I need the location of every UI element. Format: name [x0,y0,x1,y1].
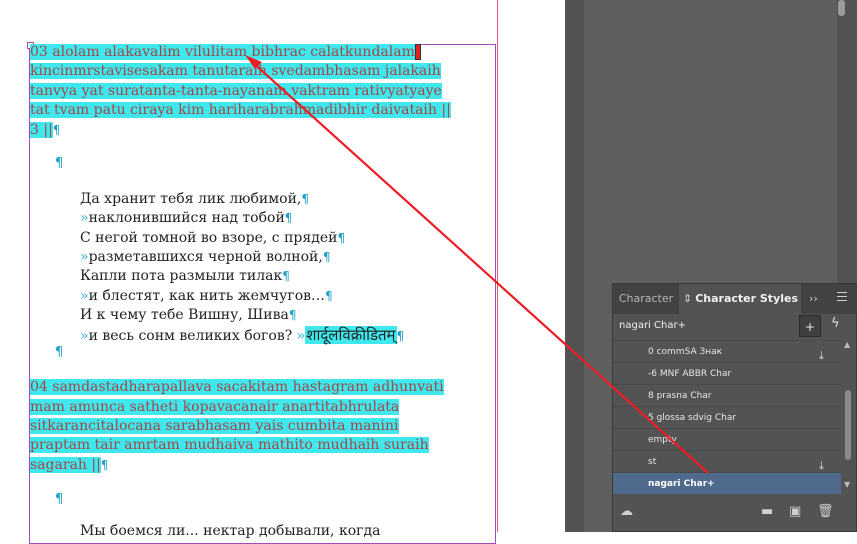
list-item[interactable]: -6 MNF ABBR Char [613,362,841,384]
translation-line[interactable]: И к чему тебе Вишну, Шива¶ [80,306,296,325]
list-item[interactable]: 0 commSA Знак ⤓ [613,340,841,362]
verse-4-line-5[interactable]: sagarah ||¶ [30,456,108,474]
cloud-icon[interactable]: ☁ [620,504,633,519]
translation-line[interactable]: Да хранит тебя лик любимой,¶ [80,190,309,209]
updown-arrows-icon: ⇕ [683,292,693,305]
text-cursor-icon [414,44,421,60]
character-styles-panel: Character ⇕ Character Styles ›› nagari Ch… [612,283,857,532]
trash-icon[interactable]: 🗑 [817,504,834,519]
verse-4-line-4[interactable]: praptam tair amrtam mudhaiva mathito mud… [30,436,429,454]
verse-3-line-3[interactable]: tanvya yat suratanta-tanta-nayanam vaktr… [30,82,442,100]
translation-line[interactable]: »наклонившийся над тобой¶ [80,209,292,228]
verse-4-line-2[interactable]: mam amunca satheti kopavacanair anartita… [30,398,400,416]
panel-tabbar: Character ⇕ Character Styles ›› [613,284,857,314]
translation-line[interactable]: »и весь сонм великих богов? »शार्दूलविक्… [80,326,404,346]
verse-3-line-1[interactable]: 03 alolam alakavalim vilulitam bibhrac c… [30,43,421,61]
verse-3-line-2[interactable]: kincinmrstavisesakam tanutaraih svedambh… [30,62,441,80]
scrollbar-thumb[interactable] [838,0,845,16]
folder-icon[interactable]: ▬ [761,504,773,519]
current-style-label: nagari Char+ [619,320,686,331]
document-page[interactable]: 03 alolam alakavalim vilulitam bibhrac c… [0,0,578,544]
verse-3-line-5[interactable]: 3 ||¶ [30,121,60,139]
pilcrow: ¶ [55,156,64,171]
new-style-icon[interactable]: ▣ [789,504,801,519]
scrollbar-thumb[interactable] [845,390,851,460]
scroll-up-icon[interactable]: ▲ [844,340,850,349]
panel-footer: ☁ ▬ ▣ 🗑 [613,490,857,533]
tab-character[interactable]: Character [613,284,679,314]
list-item[interactable]: 8 prasna Char [613,384,841,406]
pilcrow: ¶ [55,345,64,360]
translation-line[interactable]: С негой томной во взоре, с прядей¶ [80,229,345,248]
verse-3-line-4[interactable]: tat tvam patu ciraya kim hariharabrahmad… [30,101,451,119]
expand-panel-arrows-icon[interactable]: ›› [809,284,818,314]
list-item[interactable]: st ⤓ [613,450,841,472]
pilcrow: ¶ [55,492,64,507]
translation-line[interactable]: »разметавшихся черной волной,¶ [80,248,330,267]
devanagari-text[interactable]: शार्दूलविक्रीडितम् [305,326,397,344]
translation-line[interactable]: »и блестят, как нить жемчугов…¶ [80,287,333,306]
lightning-icon[interactable]: ϟ [831,316,840,331]
verse-4-line-1[interactable]: 04 samdastadharapallava sacakitam hastag… [30,378,444,396]
margin-guide [497,0,498,532]
tab-character-styles[interactable]: ⇕ Character Styles [679,284,801,314]
scroll-down-icon[interactable]: ▼ [844,480,850,489]
list-item[interactable]: empty [613,428,841,450]
styles-list: 0 commSA Знак ⤓ -6 MNF ABBR Char 8 prasna… [613,340,841,494]
translation-line[interactable]: Капли пота размыли тилак¶ [80,267,290,286]
styles-scrollbar[interactable]: ▲ ▼ [842,340,854,490]
verse-4-line-3[interactable]: sitkarancitalocana sarabhasam yais cumbi… [30,417,399,435]
panel-menu-icon[interactable] [837,292,847,304]
list-item[interactable]: 5 glossa sdvig Char [613,406,841,428]
plus-in-square-icon[interactable]: + [799,315,821,337]
